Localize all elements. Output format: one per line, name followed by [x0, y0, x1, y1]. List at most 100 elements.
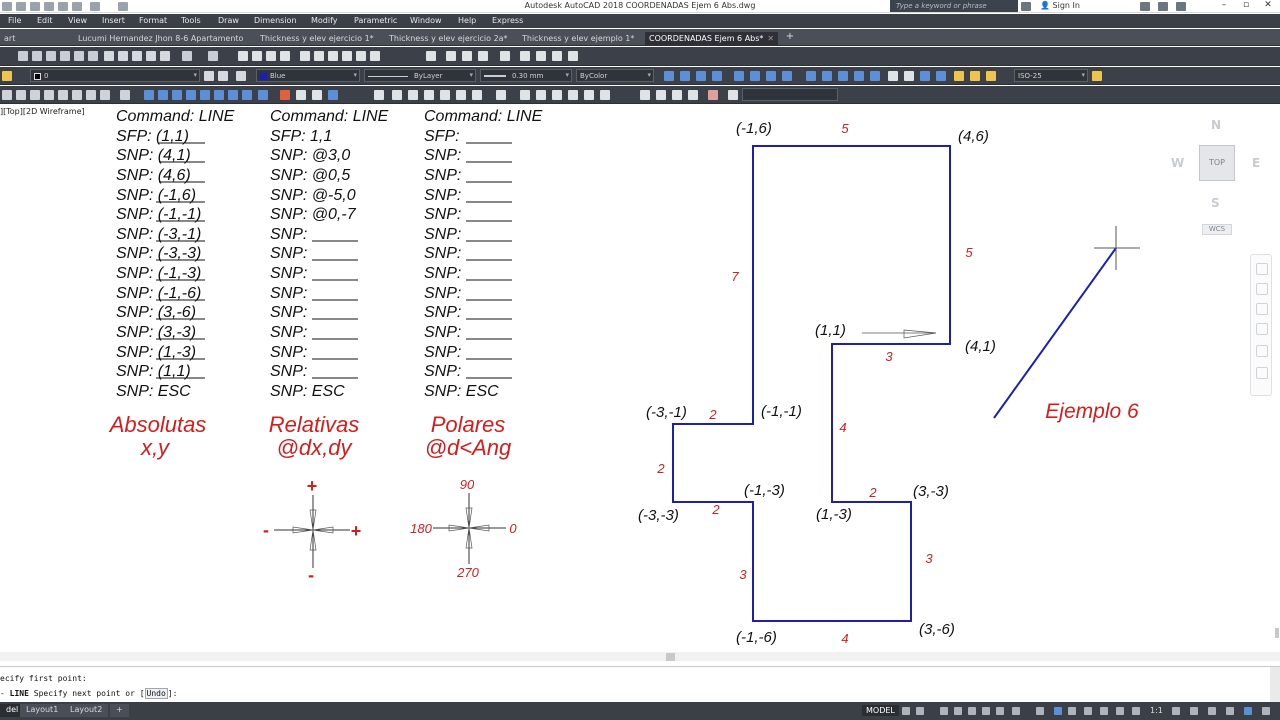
search-input[interactable]: Type a keyword or phrase	[890, 0, 1018, 12]
annotation-visibility-icon[interactable]	[1132, 707, 1140, 715]
transparency-icon[interactable]	[1036, 707, 1044, 715]
diameter-dimension-icon[interactable]	[766, 71, 776, 81]
binoculars-icon[interactable]	[1021, 2, 1031, 11]
south-label[interactable]: S	[1211, 196, 1220, 210]
isodraft-icon[interactable]	[968, 707, 976, 715]
units-icon[interactable]	[1208, 707, 1216, 715]
linear-dimension-icon[interactable]	[664, 71, 674, 81]
render-icon[interactable]	[520, 51, 530, 61]
workspace-gear-icon[interactable]	[1172, 707, 1180, 715]
iso-view-icon[interactable]	[496, 90, 506, 100]
cut-icon[interactable]	[104, 51, 114, 61]
lineweight-dropdown[interactable]: 0.30 mm ▾	[480, 69, 572, 82]
shaded-icon[interactable]	[600, 90, 610, 100]
command-scrollbar[interactable]	[1270, 667, 1280, 703]
menu-window[interactable]: Window	[410, 16, 442, 25]
selection-cycling-icon[interactable]	[1054, 707, 1062, 715]
properties-icon[interactable]	[300, 51, 310, 61]
grid-icon[interactable]	[902, 707, 910, 715]
new-tab-button[interactable]: +	[784, 32, 796, 43]
ucs-world-icon[interactable]	[158, 90, 168, 100]
viewcube[interactable]: N W E S TOP WCS	[1166, 112, 1266, 237]
aligned-dimension-icon[interactable]	[680, 71, 690, 81]
continuous-orbit-icon[interactable]	[312, 90, 322, 100]
zoom-extents-icon[interactable]	[1256, 303, 1268, 315]
hidden-icon[interactable]	[552, 90, 562, 100]
arc-length-icon[interactable]	[696, 71, 706, 81]
viewport-controls[interactable]: ][Top][2D Wireframe]	[0, 107, 85, 116]
dimstyle-dropdown[interactable]: ISO-25 ▾	[1014, 69, 1088, 82]
tab-layout1[interactable]: Layout1	[20, 704, 65, 717]
conceptual-icon[interactable]	[584, 90, 594, 100]
front-view-icon[interactable]	[456, 90, 466, 100]
pan-icon[interactable]	[238, 51, 248, 61]
orbit-icon[interactable]	[280, 90, 290, 100]
top-view-icon[interactable]	[392, 90, 402, 100]
cart-icon[interactable]	[1158, 2, 1168, 11]
sign-in-button[interactable]: 👤 Sign In	[1040, 1, 1080, 10]
tab-art[interactable]: art	[0, 32, 19, 46]
cone-icon[interactable]	[44, 90, 54, 100]
annotation-scale[interactable]: 1:1	[1150, 706, 1163, 715]
extrude-icon[interactable]	[120, 90, 130, 100]
zoom-window-icon[interactable]	[266, 51, 276, 61]
undo-icon[interactable]	[182, 51, 192, 61]
copy-icon[interactable]	[118, 51, 128, 61]
quick-dimension-icon[interactable]	[806, 71, 816, 81]
find-text-input[interactable]	[742, 88, 838, 101]
menu-draw[interactable]: Draw	[218, 16, 239, 25]
selection-filter-icon[interactable]	[1100, 707, 1108, 715]
plotstyle-dropdown[interactable]: ByColor ▾	[576, 69, 654, 82]
menu-express[interactable]: Express	[492, 16, 523, 25]
match-properties-icon[interactable]	[146, 51, 156, 61]
drawing-area[interactable]: Command: LINE SFP: (1,1) SNP: (4,1) SNP:…	[0, 104, 1280, 666]
open-icon[interactable]	[32, 51, 42, 61]
dimension-break-icon[interactable]	[870, 71, 880, 81]
tab-thickness-ejemplo-1[interactable]: Thickness y elev ejemplo 1*	[518, 32, 638, 46]
back-view-icon[interactable]	[472, 90, 482, 100]
wireframe-3d-icon[interactable]	[536, 90, 546, 100]
east-label[interactable]: E	[1252, 156, 1260, 170]
tab-lucumi[interactable]: Lucumi Hernandez Jhon 8-6 Apartamento	[74, 32, 247, 46]
menu-parametric[interactable]: Parametric	[354, 16, 397, 25]
north-label[interactable]: N	[1211, 118, 1221, 132]
ordinate-dimension-icon[interactable]	[712, 71, 722, 81]
model-space-toggle[interactable]: MODEL	[862, 705, 899, 716]
ucs-object-icon[interactable]	[200, 90, 210, 100]
paste-icon[interactable]	[132, 51, 142, 61]
box-icon[interactable]	[16, 90, 26, 100]
menu-modify[interactable]: Modify	[311, 16, 338, 25]
showmotion-icon[interactable]	[1256, 345, 1268, 357]
add-layout-button[interactable]: +	[110, 704, 129, 717]
wcs-menu[interactable]: WCS	[1202, 224, 1232, 235]
dimension-update-icon[interactable]	[986, 71, 996, 81]
command-line[interactable]: ecify first point: - LINE Specify next p…	[0, 666, 1280, 703]
polysolid-icon[interactable]	[2, 90, 12, 100]
ortho-icon[interactable]	[940, 707, 948, 715]
ucs-previous-icon[interactable]	[172, 90, 182, 100]
undo-option[interactable]: Undo	[144, 688, 168, 699]
layer-isolate-icon[interactable]	[656, 90, 666, 100]
markup-icon[interactable]	[356, 51, 366, 61]
move-icon[interactable]	[446, 51, 456, 61]
annotation-monitor-icon[interactable]	[1190, 707, 1198, 715]
customization-icon[interactable]	[1262, 707, 1270, 715]
stretch-icon[interactable]	[500, 51, 510, 61]
baseline-dimension-icon[interactable]	[822, 71, 832, 81]
zoom-realtime-icon[interactable]	[252, 51, 262, 61]
visual-style-icon[interactable]	[536, 51, 546, 61]
menu-format[interactable]: Format	[139, 16, 167, 25]
tool-palettes-icon[interactable]	[328, 51, 338, 61]
cylinder-icon[interactable]	[72, 90, 82, 100]
showmotion-capture-icon[interactable]	[1256, 367, 1268, 379]
sphere-icon[interactable]	[58, 90, 68, 100]
angular-dimension-icon[interactable]	[782, 71, 792, 81]
quick-properties-icon[interactable]	[1226, 707, 1234, 715]
dimension-style-icon[interactable]	[1092, 71, 1102, 81]
3d-osnap-icon[interactable]	[1068, 707, 1076, 715]
snap-icon[interactable]	[916, 707, 924, 715]
right-view-icon[interactable]	[440, 90, 450, 100]
menu-help[interactable]: Help	[458, 16, 476, 25]
rotate-icon[interactable]	[462, 51, 472, 61]
dimension-space-icon[interactable]	[854, 71, 864, 81]
